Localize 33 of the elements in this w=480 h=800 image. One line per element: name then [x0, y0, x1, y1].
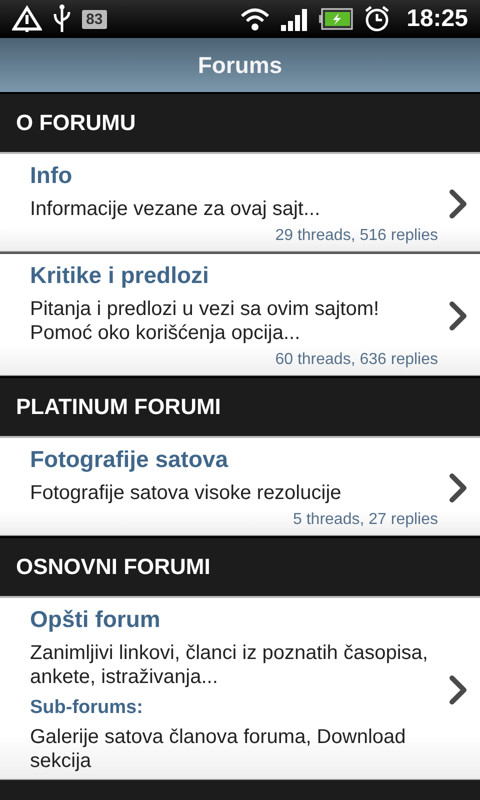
alarm-clock-icon	[362, 5, 391, 33]
forum-name: Info	[30, 162, 74, 189]
signal-icon	[280, 7, 309, 31]
forum-item[interactable]: Opšti forum Zanimljivi linkovi, članci iz poznatih časopisa, ankete, istraživanja... Sub-forums: Galerije satova članova foruma, Download sekcija	[0, 596, 480, 780]
forum-description: Zanimljivi linkovi, članci iz poznatih časopisa, ankete, istraživanja...	[30, 641, 429, 689]
forum-name: Fotografije satova	[30, 446, 230, 473]
forum-description: Informacije vezane za ovaj sajt...	[30, 197, 322, 221]
warning-icon	[12, 5, 42, 33]
forum-name: Opšti forum	[30, 606, 162, 633]
clock-time: 18:25	[406, 5, 468, 33]
chevron-right-icon	[448, 188, 468, 220]
forum-description: Pitanja i predlozi u vezi sa ovim sajtom! Pomoć oko korišćenja opcija...	[30, 297, 380, 345]
subforums-label: Sub-forums:	[30, 697, 144, 719]
forum-stats: 29 threads, 516 replies	[275, 227, 438, 245]
chevron-right-icon	[448, 472, 468, 504]
section-title: PLATINUM FORUMI	[16, 394, 221, 420]
notification-badge: 83	[82, 10, 107, 28]
forum-item[interactable]: Kritike i predlozi Pitanja i predlozi u vezi sa ovim sajtom! Pomoć oko korišćenja opcija... 60 threads, 636 replies	[0, 252, 480, 376]
chevron-right-icon	[448, 674, 468, 706]
section-title: OSNOVNI FORUMI	[16, 554, 210, 580]
forum-item[interactable]: Fotografije satova Fotografije satova visoke rezolucije 5 threads, 27 replies	[0, 436, 480, 536]
chevron-right-icon	[448, 300, 468, 332]
forum-stats: 60 threads, 636 replies	[275, 351, 438, 369]
forum-description: Fotografije satova visoke rezolucije	[30, 481, 342, 505]
usb-icon	[52, 4, 72, 34]
subforums-list: Galerije satova članova foruma, Download sekcija	[30, 725, 438, 773]
wifi-icon	[238, 6, 271, 32]
section-title: O FORUMU	[16, 110, 136, 136]
battery-charging-icon	[318, 8, 353, 30]
forum-item[interactable]: Info Informacije vezane za ovaj sajt... 29 threads, 516 replies	[0, 152, 480, 252]
forum-stats: 5 threads, 27 replies	[293, 511, 438, 529]
screen-title: Forums	[198, 52, 282, 78]
forum-name: Kritike i predlozi	[30, 262, 210, 289]
